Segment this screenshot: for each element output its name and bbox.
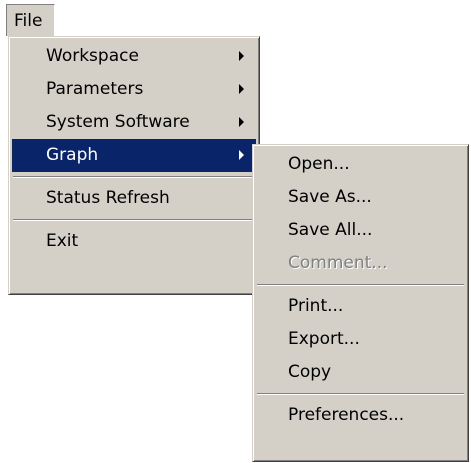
menu-item-comment-label: Comment...: [288, 253, 388, 273]
menu-item-preferences-label: Preferences...: [288, 405, 405, 425]
application-window: File Workspace Parameters System Softwar…: [0, 0, 471, 463]
menu-item-system-software-label: System Software: [46, 112, 190, 132]
menu-item-graph-label: Graph: [46, 145, 99, 165]
menu-item-workspace-label: Workspace: [46, 46, 139, 66]
menu-item-save-as[interactable]: Save As...: [256, 181, 465, 214]
menu-item-system-software[interactable]: System Software: [12, 106, 256, 139]
menu-separator: [256, 280, 465, 290]
submenu-arrow-icon: [239, 150, 244, 160]
submenu-arrow-icon: [239, 117, 244, 127]
submenu-arrow-icon: [239, 51, 244, 61]
menu-item-status-refresh[interactable]: Status Refresh: [12, 182, 256, 215]
menu-item-save-all[interactable]: Save All...: [256, 214, 465, 247]
menu-file-label: File: [14, 11, 43, 31]
menu-item-save-all-label: Save All...: [288, 220, 373, 240]
menu-item-print[interactable]: Print...: [256, 290, 465, 323]
menu-file[interactable]: File: [6, 4, 55, 36]
menu-item-copy-label: Copy: [288, 362, 332, 382]
menu-separator: [12, 215, 256, 225]
menu-item-comment: Comment...: [256, 247, 465, 280]
menu-separator: [12, 172, 256, 182]
menu-item-export-label: Export...: [288, 329, 360, 349]
menu-item-copy[interactable]: Copy: [256, 356, 465, 389]
submenu-arrow-icon: [239, 84, 244, 94]
menu-item-parameters-label: Parameters: [46, 79, 144, 99]
menu-item-workspace[interactable]: Workspace: [12, 40, 256, 73]
menu-separator: [256, 389, 465, 399]
menu-item-print-label: Print...: [288, 296, 344, 316]
menu-item-status-refresh-label: Status Refresh: [46, 188, 170, 208]
menu-item-graph[interactable]: Graph: [12, 139, 256, 172]
menu-item-open-label: Open...: [288, 154, 350, 174]
menu-item-exit[interactable]: Exit: [12, 225, 256, 258]
menu-item-parameters[interactable]: Parameters: [12, 73, 256, 106]
menu-item-open[interactable]: Open...: [256, 148, 465, 181]
menu-item-save-as-label: Save As...: [288, 187, 372, 207]
menu-item-preferences[interactable]: Preferences...: [256, 399, 465, 432]
menu-item-export[interactable]: Export...: [256, 323, 465, 356]
graph-submenu-popup: Open... Save As... Save All... Comment..…: [252, 144, 469, 462]
menu-item-exit-label: Exit: [46, 231, 79, 251]
file-menu-popup: Workspace Parameters System Software Gra…: [8, 36, 260, 295]
